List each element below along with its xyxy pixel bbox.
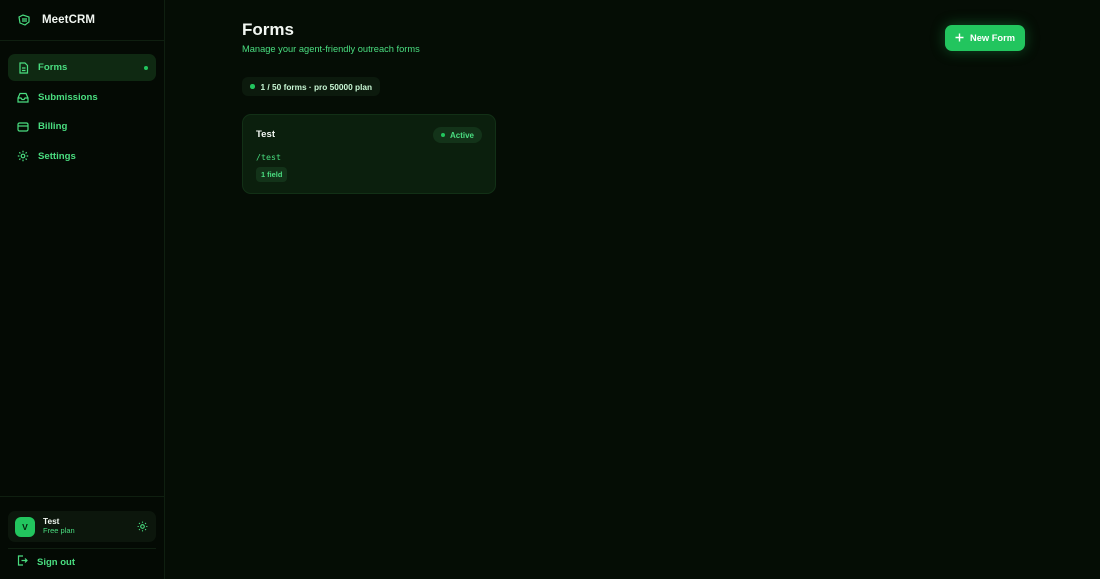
sidebar-item-label: Billing bbox=[38, 121, 68, 132]
user-plan: Free plan bbox=[43, 525, 75, 535]
sidebar-footer: V Test Free plan Sign out bbox=[0, 496, 164, 579]
usage-dot bbox=[250, 84, 255, 89]
sidebar-item-submissions[interactable]: Submissions bbox=[8, 84, 156, 111]
usage-badge: 1 / 50 forms · pro 50000 plan bbox=[242, 77, 381, 96]
status-label: Active bbox=[449, 130, 474, 140]
sidebar-item-settings[interactable]: Settings bbox=[8, 143, 156, 170]
new-form-label: New Form bbox=[970, 33, 1015, 43]
sign-out-icon bbox=[17, 555, 28, 569]
page-subtitle: Manage your agent-friendly outreach form… bbox=[242, 44, 420, 54]
sidebar-item-label: Submissions bbox=[38, 91, 98, 103]
form-card[interactable]: Test Active /test 1 field bbox=[242, 114, 496, 194]
sidebar-item-billing[interactable]: Billing bbox=[8, 113, 156, 140]
user-meta: Test Free plan bbox=[43, 517, 127, 535]
brand-logo-icon bbox=[16, 12, 32, 28]
app-name: MeetCRM bbox=[42, 14, 96, 26]
status-dot bbox=[440, 133, 445, 137]
new-form-button[interactable]: New Form bbox=[945, 25, 1025, 51]
credit-card-icon bbox=[17, 121, 29, 133]
status-badge: Active bbox=[432, 127, 482, 143]
page-title: Forms bbox=[242, 20, 294, 39]
plus-icon bbox=[955, 33, 964, 44]
active-indicator-dot bbox=[144, 66, 148, 70]
sun-icon[interactable] bbox=[135, 520, 149, 534]
sidebar: MeetCRM Forms Submissions Billing Settin… bbox=[0, 0, 165, 579]
usage-text: 1 / 50 forms · pro 50000 plan bbox=[260, 81, 373, 92]
document-icon bbox=[17, 61, 29, 74]
gear-icon bbox=[17, 150, 29, 162]
sign-out-button[interactable]: Sign out bbox=[8, 549, 156, 575]
sidebar-item-forms[interactable]: Forms bbox=[8, 54, 156, 81]
inbox-icon bbox=[17, 91, 29, 103]
form-card-title: Test bbox=[256, 129, 276, 140]
form-card-slug: /test bbox=[256, 152, 281, 162]
sidebar-item-label: Settings bbox=[38, 150, 76, 162]
sidebar-nav: Forms Submissions Billing Settings bbox=[0, 41, 164, 170]
avatar: V bbox=[15, 516, 35, 537]
user-card[interactable]: V Test Free plan bbox=[8, 511, 156, 542]
sign-out-label: Sign out bbox=[37, 556, 75, 568]
sidebar-item-label: Forms bbox=[38, 62, 68, 73]
field-count-tag: 1 field bbox=[256, 167, 288, 182]
main-content: Forms Manage your agent-friendly outreac… bbox=[166, 0, 1100, 579]
brand[interactable]: MeetCRM bbox=[0, 0, 164, 41]
